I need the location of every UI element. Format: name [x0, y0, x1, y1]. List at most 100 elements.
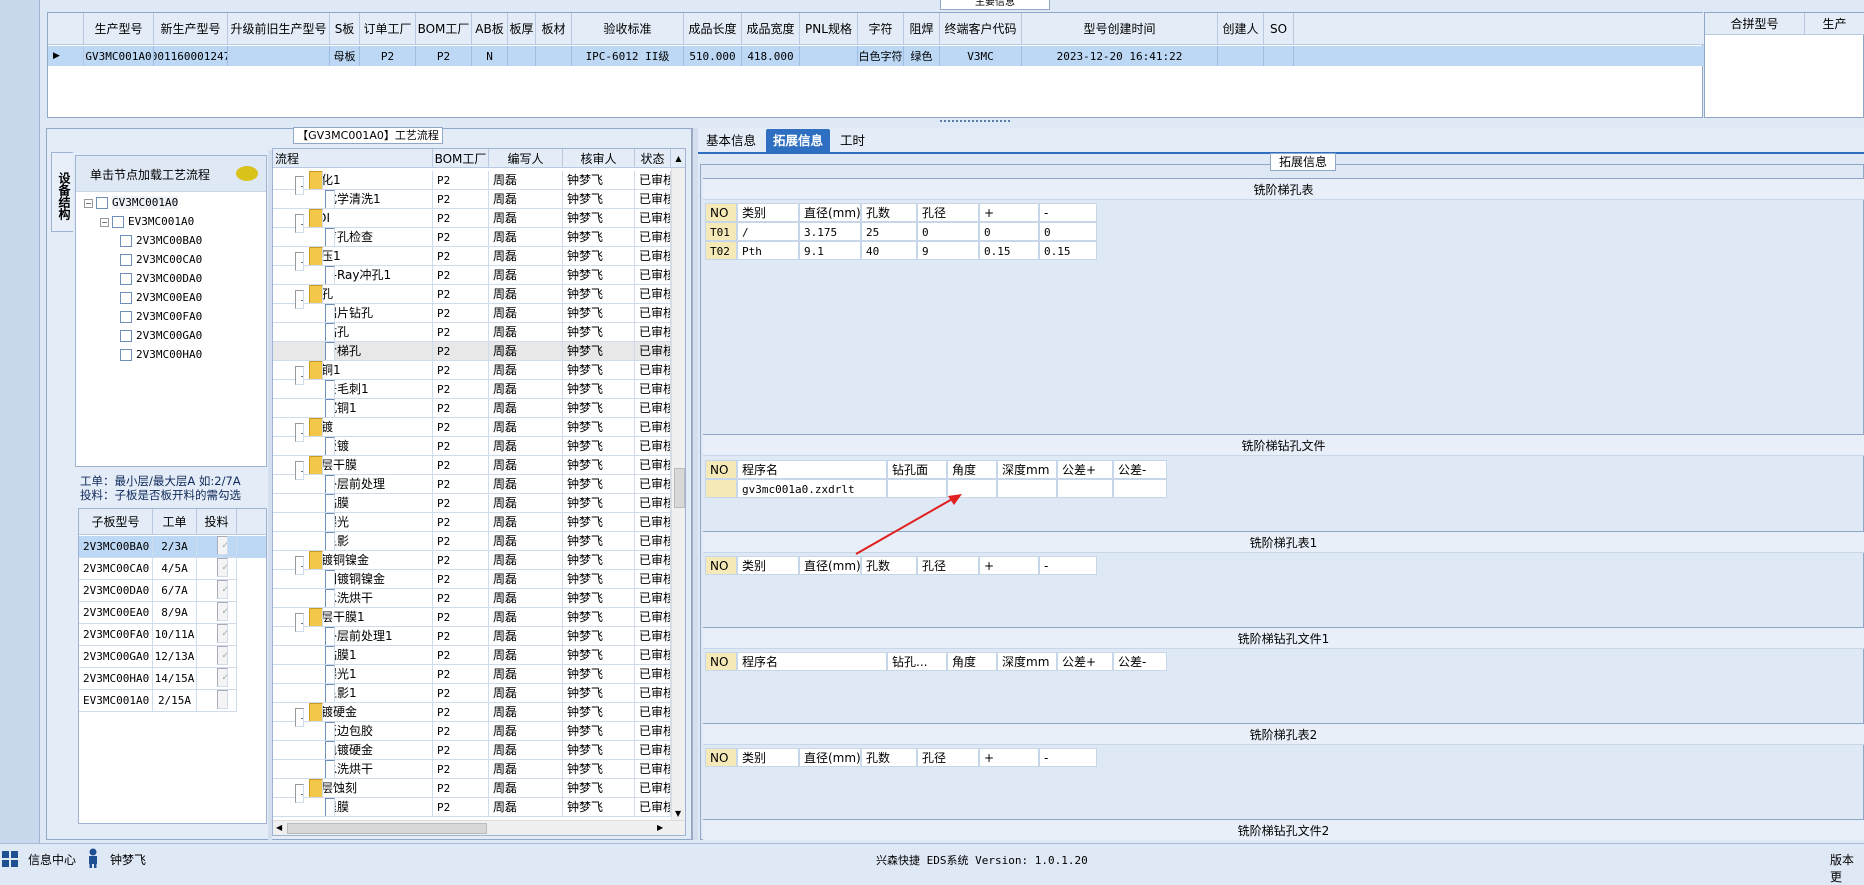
ext-col-header[interactable]: 类别 [737, 203, 799, 222]
flow-row[interactable]: 电镀硬金P2周磊钟梦飞已审核 [273, 741, 671, 760]
main-cell[interactable]: N [472, 46, 508, 66]
flow-row[interactable]: 显影1P2周磊钟梦飞已审核 [273, 684, 671, 703]
flow-row[interactable]: 钻孔−P2周磊钟梦飞已审核 [273, 285, 671, 309]
sub-table-row[interactable]: 2V3MC00CA04/5A ✓ [79, 558, 266, 580]
ext-col-header[interactable]: 直径(mm) [799, 556, 861, 575]
main-cell[interactable]: IPC-6012 II级 [572, 46, 684, 66]
tree-node-leaf[interactable]: 2V3MC00GA0 [120, 329, 202, 342]
ext-col-header[interactable]: 类别 [737, 748, 799, 767]
main-col-header[interactable]: 终端客户代码 [940, 13, 1022, 44]
sub-table-row[interactable]: EV3MC001A0 2/15A [79, 690, 266, 712]
main-grid-row[interactable]: ▶ GV3MC001A010011600012472母板P2P2NIPC-601… [48, 46, 1704, 66]
main-col-header[interactable]: 验收标准 [572, 13, 684, 44]
ext-col-header[interactable]: NO [705, 203, 737, 222]
grid-icon[interactable] [2, 851, 18, 867]
flow-row[interactable]: 去毛刺1P2周磊钟梦飞已审核 [273, 380, 671, 399]
right-splitter[interactable] [692, 128, 698, 840]
ext-col-header[interactable]: - [1039, 748, 1097, 767]
feed-checkbox[interactable]: ✓ [216, 558, 228, 577]
main-col-header[interactable]: S板 [330, 13, 360, 44]
flow-row[interactable]: 板镀P2周磊钟梦飞已审核 [273, 437, 671, 456]
ext-cell[interactable]: Pth [737, 241, 799, 260]
flow-row[interactable]: 阶梯孔P2周磊钟梦飞已审核 [273, 342, 671, 361]
main-col-header[interactable]: 板厚 [508, 13, 536, 44]
ext-cell[interactable]: 0 [917, 222, 979, 241]
flow-row[interactable]: 图镀铜镍金−P2周磊钟梦飞已审核 [273, 551, 671, 575]
ext-col-header[interactable]: NO [705, 556, 737, 575]
ext-cell[interactable]: T01 [705, 222, 737, 241]
flow-hscrollbar[interactable]: ◀ ▶ [273, 820, 685, 835]
main-cell[interactable]: P2 [360, 46, 416, 66]
main-col-header[interactable]: 字符 [858, 13, 904, 44]
ext-col-header[interactable]: 公差- [1113, 652, 1167, 671]
ext-col-header[interactable]: + [979, 556, 1039, 575]
flow-hscroll-thumb[interactable] [287, 823, 487, 834]
ext-cell[interactable]: 40 [861, 241, 917, 260]
ext-cell[interactable]: 9 [917, 241, 979, 260]
flow-row[interactable]: 曝光P2周磊钟梦飞已审核 [273, 513, 671, 532]
sub-table-row[interactable]: 2V3MC00FA010/11A ✓ [79, 624, 266, 646]
flow-row[interactable]: 化学清洗1P2周磊钟梦飞已审核 [273, 190, 671, 209]
main-cell[interactable] [536, 46, 572, 66]
main-cell[interactable]: 10011600012472 [154, 46, 228, 66]
scroll-up-icon[interactable]: ▲ [671, 149, 685, 167]
ext-col-header[interactable]: 直径(mm) [799, 203, 861, 222]
tree-node-leaf[interactable]: 2V3MC00DA0 [120, 272, 202, 285]
flow-row[interactable]: 贴膜P2周磊钟梦飞已审核 [273, 494, 671, 513]
main-col-header[interactable]: 型号创建时间 [1022, 13, 1218, 44]
ext-col-header[interactable]: 公差- [1113, 460, 1167, 479]
scroll-down-icon[interactable]: ▼ [675, 809, 681, 818]
main-col-header[interactable]: 新生产型号 [154, 13, 228, 44]
ext-col-header[interactable]: 角度 [947, 460, 997, 479]
ext-col-header[interactable]: NO [705, 748, 737, 767]
flow-row[interactable]: 铝片钻孔P2周磊钟梦飞已审核 [273, 304, 671, 323]
ext-cell[interactable]: 3.175 [799, 222, 861, 241]
ext-table-row[interactable]: T01/3.175 25 0 0 0 [705, 222, 1097, 241]
tree-node-leaf[interactable]: 2V3MC00HA0 [120, 348, 202, 361]
side-tab-device[interactable]: 设备结构 [51, 152, 73, 232]
main-cell[interactable]: 绿色 [904, 46, 940, 66]
main-col-header[interactable]: PNL规格 [800, 13, 858, 44]
flow-row[interactable]: X-Ray冲孔1P2周磊钟梦飞已审核 [273, 266, 671, 285]
main-cell[interactable]: 418.000 [742, 46, 800, 66]
ext-col-header[interactable]: 类别 [737, 556, 799, 575]
scroll-left-icon[interactable]: ◀ [276, 823, 282, 832]
feed-checkbox[interactable] [216, 690, 228, 709]
flow-row[interactable]: 外层前处理P2周磊钟梦飞已审核 [273, 475, 671, 494]
ext-col-header[interactable]: NO [705, 652, 737, 671]
ext-col-header[interactable]: 程序名 [737, 652, 887, 671]
ext-cell[interactable] [705, 479, 737, 498]
flow-vscrollbar[interactable]: ▼ [671, 168, 685, 820]
flow-row[interactable]: 棕化1−P2周磊钟梦飞已审核 [273, 171, 671, 195]
flow-row[interactable]: 板边包胶P2周磊钟梦飞已审核 [273, 722, 671, 741]
main-col-header[interactable]: 订单工厂 [360, 13, 416, 44]
ext-col-header[interactable]: 孔径 [917, 203, 979, 222]
feed-checkbox[interactable]: ✓ [216, 602, 228, 621]
flow-row[interactable]: 层压1−P2周磊钟梦飞已审核 [273, 247, 671, 271]
ext-cell[interactable] [1113, 479, 1167, 498]
main-col-header[interactable]: 阻焊 [904, 13, 940, 44]
ext-cell[interactable]: 0.15 [1039, 241, 1097, 260]
flow-vscroll-thumb[interactable] [674, 468, 685, 508]
main-col-header[interactable]: AB板 [472, 13, 508, 44]
ext-col-header[interactable]: + [979, 203, 1039, 222]
main-col-header[interactable]: SO [1264, 13, 1294, 44]
ext-col-header[interactable]: 角度 [947, 652, 997, 671]
flow-row[interactable]: 钻孔P2周磊钟梦飞已审核 [273, 323, 671, 342]
main-cell[interactable]: 510.000 [684, 46, 742, 66]
main-cell[interactable]: 2023-12-20 16:41:22 [1022, 46, 1218, 66]
ext-col-header[interactable]: 公差+ [1057, 652, 1113, 671]
tab-work-hours[interactable]: 工时 [834, 130, 871, 152]
ext-table-row[interactable]: T02 Pth 9.1 40 9 0.15 0.15 [705, 241, 1097, 260]
ext-col-header[interactable]: 直径(mm) [799, 748, 861, 767]
collapse-icon[interactable]: − [100, 217, 109, 227]
sub-table-row[interactable]: 2V3MC00GA012/13A ✓ [79, 646, 266, 668]
ext-col-header[interactable]: 程序名 [737, 460, 887, 479]
flow-row[interactable]: AOI−P2周磊钟梦飞已审核 [273, 209, 671, 233]
sub-table-row[interactable]: 2V3MC00DA06/7A ✓ [79, 580, 266, 602]
ext-cell[interactable] [1057, 479, 1113, 498]
flow-row[interactable]: 图镀铜镍金P2周磊钟梦飞已审核 [273, 570, 671, 589]
flow-row[interactable]: 盲孔检查P2周磊钟梦飞已审核 [273, 228, 671, 247]
feed-checkbox[interactable]: ✓ [216, 536, 228, 555]
tree-node-leaf[interactable]: 2V3MC00BA0 [120, 234, 202, 247]
